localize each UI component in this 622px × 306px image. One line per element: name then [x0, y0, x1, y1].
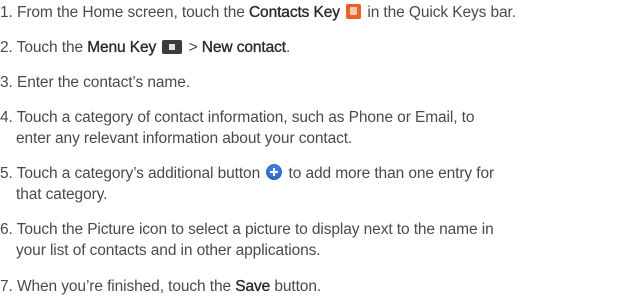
step-text: your list of contacts and in other appli…	[16, 242, 321, 259]
step-4-continuation: enter any relevant information about you…	[16, 128, 352, 149]
step-5-continuation: that category.	[16, 184, 107, 205]
step-2: 2. Touch the Menu Key > New contact.	[0, 37, 622, 58]
step-text: to add more than one entry for	[284, 165, 495, 182]
step-text: .	[286, 39, 291, 56]
step-text: Touch the	[16, 39, 88, 56]
contacts-key-label: Contacts Key	[248, 4, 340, 21]
step-text: Touch a category’s additional button	[16, 165, 265, 182]
step-number: 4.	[0, 109, 13, 126]
save-label: Save	[235, 278, 271, 295]
menu-key-label: Menu Key	[87, 39, 157, 56]
step-text: enter any relevant information about you…	[16, 130, 353, 147]
step-5: 5. Touch a category’s additional button …	[0, 163, 622, 184]
step-6-continuation: your list of contacts and in other appli…	[16, 240, 321, 261]
step-text: button.	[270, 278, 322, 295]
step-6: 6. Touch the Picture icon to select a pi…	[0, 219, 622, 240]
step-text: in the Quick Keys bar.	[363, 4, 516, 21]
step-text: >	[184, 39, 202, 56]
step-number: 5.	[0, 165, 13, 182]
add-plus-icon	[266, 164, 283, 180]
step-number: 3.	[0, 74, 13, 91]
step-text: Enter the contact’s name.	[16, 74, 190, 91]
step-number: 1.	[0, 4, 13, 21]
step-number: 6.	[0, 221, 13, 238]
step-text: Touch a category of contact information,…	[16, 109, 475, 126]
step-text: When you’re finished, touch the	[16, 278, 236, 295]
step-text: that category.	[16, 186, 108, 203]
step-1: 1. From the Home screen, touch the Conta…	[0, 2, 622, 23]
step-3: 3. Enter the contact’s name.	[0, 72, 622, 93]
step-text: Touch the Picture icon to select a pictu…	[16, 221, 494, 238]
instruction-list: 1. From the Home screen, touch the Conta…	[0, 0, 622, 306]
menu-key-icon	[162, 40, 183, 54]
new-contact-label: New contact	[201, 39, 287, 56]
step-number: 2.	[0, 39, 13, 56]
step-7: 7. When you’re finished, touch the Save …	[0, 276, 622, 297]
step-text: From the Home screen, touch the	[16, 4, 249, 21]
contacts-key-icon	[346, 4, 362, 19]
step-4: 4. Touch a category of contact informati…	[0, 107, 622, 128]
step-number: 7.	[0, 278, 13, 295]
